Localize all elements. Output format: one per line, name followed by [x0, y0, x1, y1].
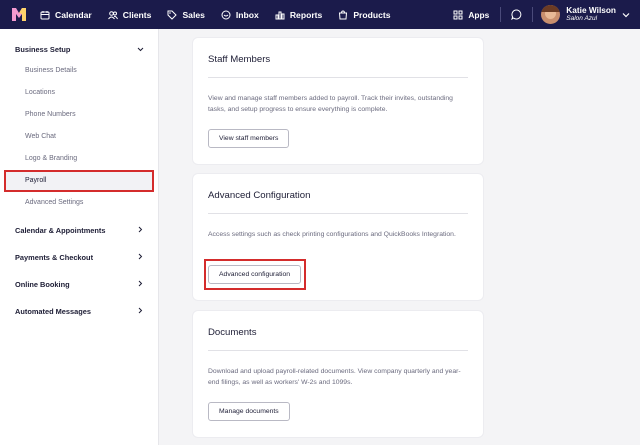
sidebar-section-automated-messages[interactable]: Automated Messages [15, 307, 91, 316]
nav-sales-label: Sales [182, 9, 205, 20]
user-menu[interactable]: Katie Wilson Salon Azul [566, 6, 616, 23]
nav-divider [532, 7, 534, 22]
chevron-right-icon[interactable] [137, 307, 144, 314]
nav-inbox-label: Inbox [235, 9, 259, 20]
chevron-down-icon[interactable] [137, 46, 144, 53]
advanced-configuration-highlight [204, 259, 306, 290]
clients-icon [107, 10, 118, 19]
brand-logo-icon[interactable] [12, 8, 26, 21]
tag-icon [167, 10, 178, 20]
nav-reports-label: Reports [289, 9, 323, 20]
card-divider [208, 77, 468, 78]
nav-products-label: Products [353, 9, 391, 20]
inbox-icon [221, 10, 231, 19]
chevron-right-icon[interactable] [137, 226, 144, 233]
sidebar-item-logo-branding[interactable]: Logo & Branding [25, 155, 77, 162]
nav-inbox[interactable]: Inbox [221, 10, 259, 20]
sidebar-section-business-setup[interactable]: Business Setup [15, 45, 70, 54]
sidebar-item-phone-numbers[interactable]: Phone Numbers [25, 111, 76, 118]
card-title: Documents [208, 327, 257, 338]
chevron-right-icon[interactable] [137, 253, 144, 260]
card-title: Advanced Configuration [208, 190, 311, 201]
card-description: Access settings such as check printing c… [208, 231, 456, 238]
apps-label: Apps [468, 9, 490, 20]
avatar[interactable] [541, 5, 561, 24]
card-title: Staff Members [208, 54, 271, 65]
calendar-icon [40, 10, 50, 19]
nav-clients-label: Clients [122, 9, 152, 20]
nav-calendar[interactable]: Calendar [40, 10, 92, 20]
staff-members-card: Staff Members View and manage staff memb… [193, 38, 483, 164]
user-name: Katie Wilson [566, 5, 616, 16]
card-description: View and manage staff members added to p… [208, 95, 453, 113]
view-staff-members-button[interactable]: View staff members [208, 129, 290, 148]
top-right-area: Apps Katie Wilson Salon Azul [453, 0, 640, 29]
sidebar-item-locations[interactable]: Locations [25, 89, 55, 96]
grid-icon [453, 10, 463, 19]
sidebar-section-calendar-appointments[interactable]: Calendar & Appointments [15, 226, 105, 235]
manage-documents-button[interactable]: Manage documents [208, 402, 290, 421]
sidebar-item-payroll[interactable]: Payroll [25, 177, 46, 184]
chat-bubble-icon[interactable] [511, 9, 522, 20]
top-nav-bar: Calendar Clients Sales Inbox Reports Pro… [0, 0, 640, 29]
card-description: Download and upload payroll-related docu… [208, 368, 461, 386]
card-divider [208, 213, 468, 214]
user-salon: Salon Azul [566, 15, 598, 23]
settings-sidebar: Business Setup Business Details Location… [0, 29, 159, 445]
sidebar-item-advanced-settings[interactable]: Advanced Settings [25, 199, 83, 206]
sidebar-item-web-chat[interactable]: Web Chat [25, 133, 56, 140]
bar-chart-icon [275, 11, 285, 19]
apps-button[interactable]: Apps [453, 10, 489, 20]
nav-clients[interactable]: Clients [107, 9, 152, 20]
chevron-down-icon[interactable] [622, 11, 630, 19]
card-divider [208, 350, 468, 351]
nav-sales[interactable]: Sales [167, 9, 205, 20]
nav-divider [500, 7, 502, 22]
documents-card: Documents Download and upload payroll-re… [193, 311, 483, 437]
sidebar-item-business-details[interactable]: Business Details [25, 67, 77, 74]
chevron-right-icon[interactable] [137, 280, 144, 287]
sidebar-section-online-booking[interactable]: Online Booking [15, 280, 70, 289]
nav-calendar-label: Calendar [55, 9, 92, 20]
nav-reports[interactable]: Reports [275, 10, 322, 20]
nav-products[interactable]: Products [338, 9, 391, 20]
bag-icon [339, 9, 348, 19]
sidebar-section-payments-checkout[interactable]: Payments & Checkout [15, 253, 93, 262]
